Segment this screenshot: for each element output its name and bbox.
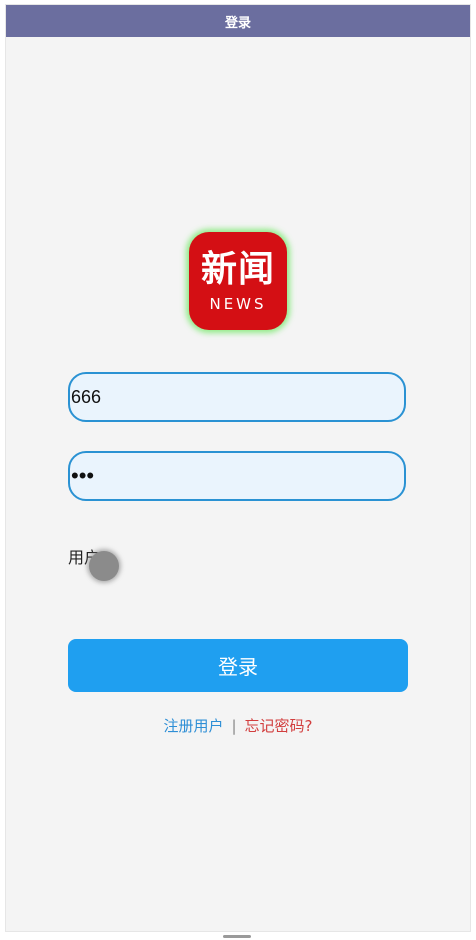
title-bar: 登录 [6,5,470,37]
link-separator: | [231,716,237,735]
forgot-password-link[interactable]: 忘记密码? [245,715,313,736]
register-link[interactable]: 注册用户 [163,715,223,736]
logo-sub-text: NEWS [209,295,267,313]
password-mask: ••• [71,463,95,488]
logo-main-text: 新闻 [200,249,275,290]
login-button[interactable]: 登录 [68,639,408,692]
role-toggle[interactable]: 用户 [68,540,188,581]
username-input[interactable] [68,372,406,422]
auth-links: 注册用户 | 忘记密码? [6,715,470,736]
password-input[interactable]: ••• [68,451,406,501]
toggle-knob[interactable] [89,551,119,581]
news-logo: 新闻 NEWS [189,232,287,330]
app-frame: 登录 新闻 NEWS ••• 用户 登录 注册用户 | 忘记密码? [5,4,471,932]
page-title: 登录 [224,15,251,31]
home-indicator[interactable] [223,935,251,938]
